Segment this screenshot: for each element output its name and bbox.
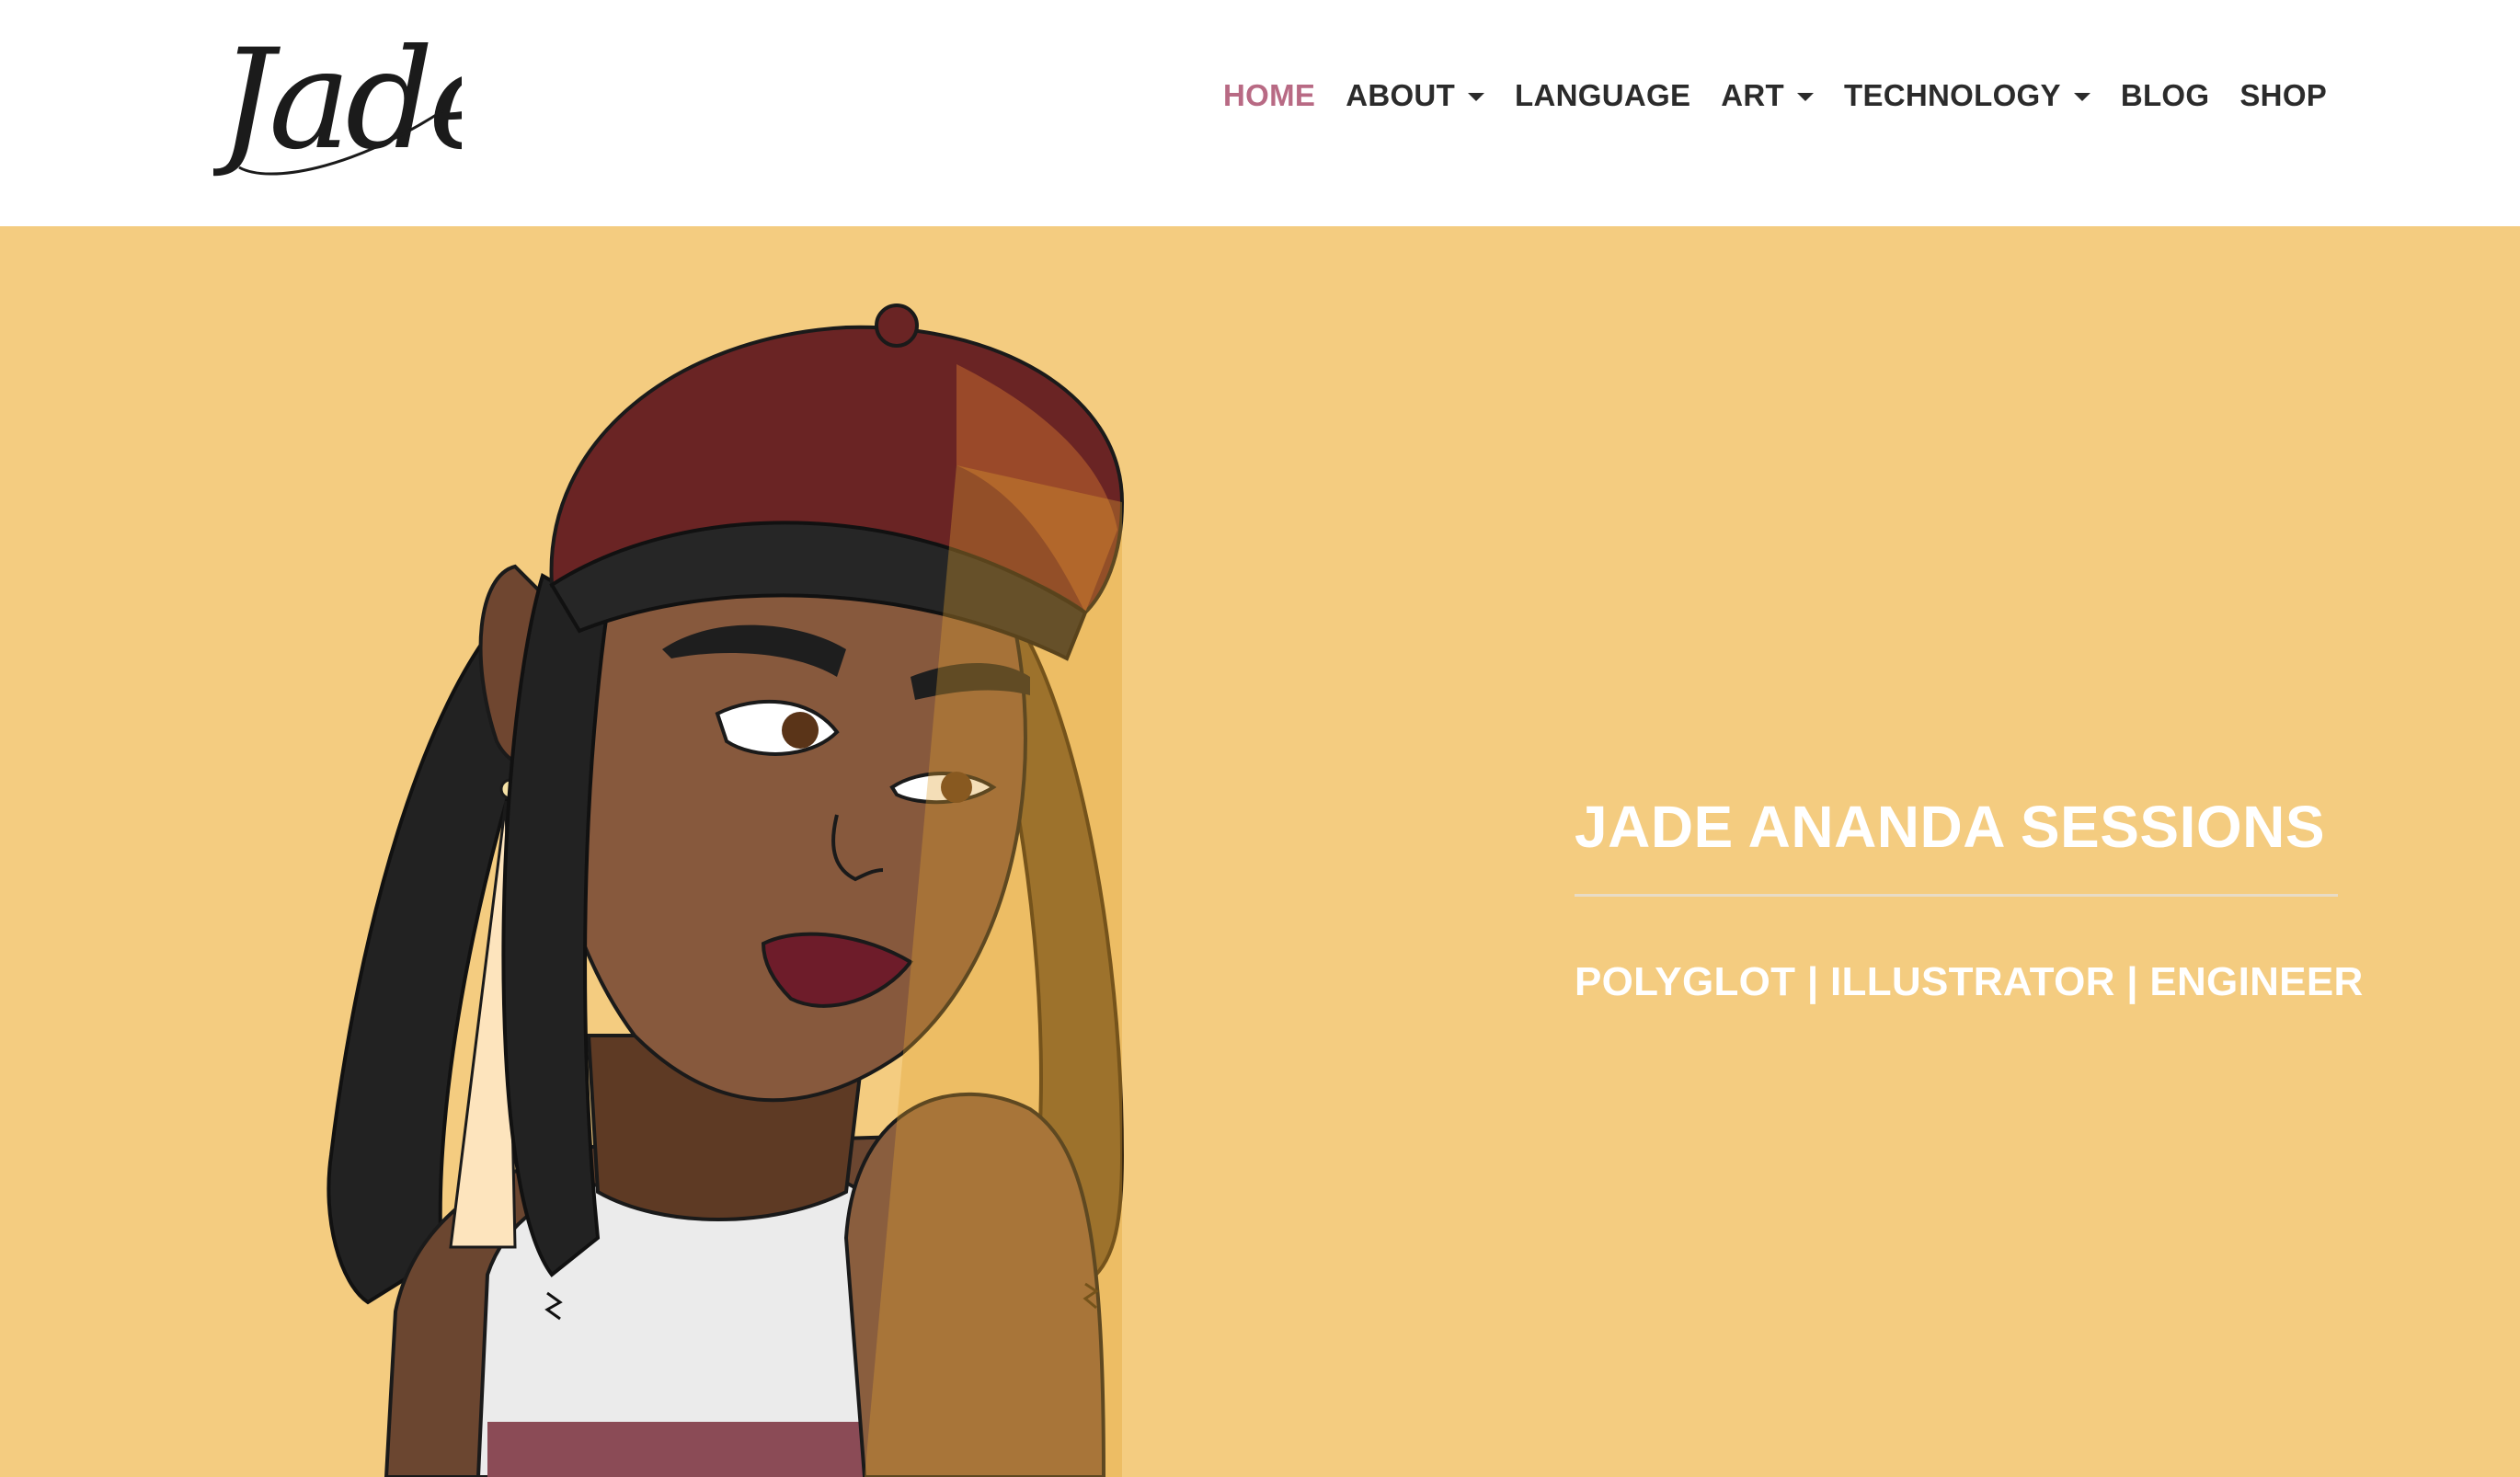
nav-language[interactable]: LANGUAGE [1515, 70, 1690, 121]
main-nav: HOME ABOUT LANGUAGE ART TECHNOLOGY BLOG … [1223, 70, 2327, 121]
nav-home[interactable]: HOME [1223, 70, 1315, 121]
site-logo[interactable]: Jade [195, 9, 510, 184]
nav-about[interactable]: ABOUT [1346, 70, 1485, 121]
hero-title: JADE ANANDA SESSIONS [1575, 794, 2326, 860]
nav-technology-label: TECHNOLOGY [1844, 78, 2061, 112]
nav-about-label: ABOUT [1346, 78, 1456, 112]
nav-art-label: ART [1721, 78, 1784, 112]
beret-nub [875, 303, 919, 348]
chevron-down-icon [1797, 92, 1814, 101]
nav-blog-label: BLOG [2120, 78, 2210, 112]
pupil-left [782, 712, 819, 749]
top-stripe [487, 1422, 911, 1477]
logo-text: Jade [213, 20, 462, 180]
chevron-down-icon [1468, 92, 1485, 101]
hero-section: JADE ANANDA SESSIONS POLYGLOT | ILLUSTRA… [0, 226, 2520, 1477]
chevron-down-icon [2073, 92, 2090, 101]
site-header: Jade HOME ABOUT LANGUAGE ART TECHNOLOGY … [0, 0, 2520, 226]
nav-shop-label: SHOP [2239, 78, 2328, 112]
nav-technology[interactable]: TECHNOLOGY [1844, 70, 2090, 121]
nav-home-label: HOME [1223, 78, 1316, 112]
portrait-illustration [326, 303, 1125, 1477]
nav-art[interactable]: ART [1721, 70, 1814, 121]
nav-shop[interactable]: SHOP [2239, 70, 2327, 121]
logo-signature: Jade [195, 20, 510, 180]
nav-language-label: LANGUAGE [1515, 78, 1691, 112]
hero-divider [1575, 894, 2338, 898]
nav-blog[interactable]: BLOG [2121, 70, 2210, 121]
hero-text-block: JADE ANANDA SESSIONS POLYGLOT | ILLUSTRA… [1575, 794, 2364, 1005]
hero-subtitle: POLYGLOT | ILLUSTRATOR | ENGINEER [1575, 959, 2364, 1005]
